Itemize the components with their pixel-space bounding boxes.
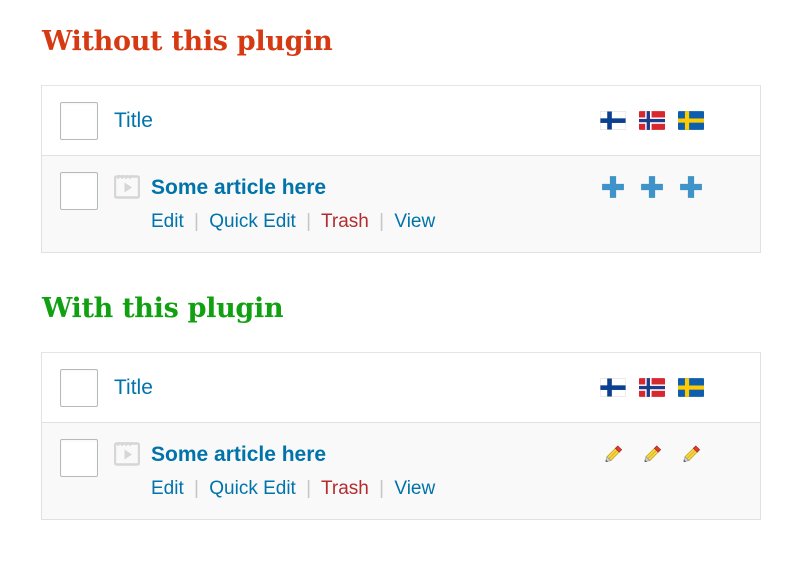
row-checkbox-cell <box>42 170 114 210</box>
row-action-trash[interactable]: Trash <box>321 478 369 499</box>
flag-norway-icon <box>639 378 665 397</box>
row-checkbox[interactable] <box>60 172 98 210</box>
pencil-icon[interactable] <box>639 441 665 467</box>
column-flags-cell <box>600 353 760 422</box>
row-action-separator: | <box>306 211 312 232</box>
row-action-separator: | <box>194 478 199 499</box>
flag-sweden-icon <box>678 111 704 130</box>
flag-finland-icon <box>600 378 626 397</box>
row-action-quick-edit[interactable]: Quick Edit <box>209 478 296 499</box>
table-row: Some article here Edit | Quick Edit | Tr… <box>42 156 760 252</box>
row-action-edit[interactable]: Edit <box>151 478 184 499</box>
row-title-link[interactable]: Some article here <box>151 444 326 465</box>
row-action-trash[interactable]: Trash <box>321 211 369 232</box>
table-header-row: Title <box>42 86 760 156</box>
video-icon <box>114 442 140 466</box>
row-action-edit[interactable]: Edit <box>151 211 184 232</box>
row-action-separator: | <box>379 478 385 499</box>
pencil-icon[interactable] <box>678 441 704 467</box>
row-status-icons-cell <box>600 170 760 200</box>
row-action-quick-edit[interactable]: Quick Edit <box>209 211 296 232</box>
flag-norway-icon <box>639 111 665 130</box>
select-all-cell <box>42 101 114 140</box>
row-actions: Edit | Quick Edit | Trash | View <box>151 478 600 501</box>
video-icon <box>114 175 140 199</box>
plus-icon[interactable] <box>600 174 626 200</box>
pencil-icon[interactable] <box>600 441 626 467</box>
row-checkbox-cell <box>42 437 114 477</box>
flag-finland-icon <box>600 111 626 130</box>
column-title-cell: Title <box>114 110 600 132</box>
row-action-separator: | <box>194 211 199 232</box>
plus-icon[interactable] <box>639 174 665 200</box>
row-title-cell: Some article here Edit | Quick Edit | Tr… <box>114 170 600 234</box>
posts-table-with-plugin: Title Some article here Edit | Quick Edi… <box>41 352 761 520</box>
row-status-icons-cell <box>600 437 760 467</box>
row-title-cell: Some article here Edit | Quick Edit | Tr… <box>114 437 600 501</box>
flag-sweden-icon <box>678 378 704 397</box>
row-title-link[interactable]: Some article here <box>151 177 326 198</box>
select-all-cell <box>42 368 114 407</box>
row-action-separator: | <box>379 211 385 232</box>
column-header-title[interactable]: Title <box>114 376 153 399</box>
row-action-view[interactable]: View <box>394 211 435 232</box>
table-header-row: Title <box>42 353 760 423</box>
heading-without-plugin: Without this plugin <box>42 26 333 57</box>
row-action-separator: | <box>306 478 312 499</box>
row-actions: Edit | Quick Edit | Trash | View <box>151 211 600 234</box>
row-checkbox[interactable] <box>60 439 98 477</box>
posts-table-without-plugin: Title Some article here Edit | Quick Edi… <box>41 85 761 253</box>
table-row: Some article here Edit | Quick Edit | Tr… <box>42 423 760 519</box>
row-title-line: Some article here <box>114 437 600 471</box>
plus-icon[interactable] <box>678 174 704 200</box>
page-root: Without this plugin Title Some article h… <box>0 0 800 563</box>
row-action-view[interactable]: View <box>394 478 435 499</box>
select-all-checkbox[interactable] <box>60 101 98 140</box>
column-header-title[interactable]: Title <box>114 109 153 132</box>
row-title-line: Some article here <box>114 170 600 204</box>
select-all-checkbox[interactable] <box>60 368 98 407</box>
column-title-cell: Title <box>114 377 600 399</box>
heading-with-plugin: With this plugin <box>42 293 284 324</box>
column-flags-cell <box>600 86 760 155</box>
